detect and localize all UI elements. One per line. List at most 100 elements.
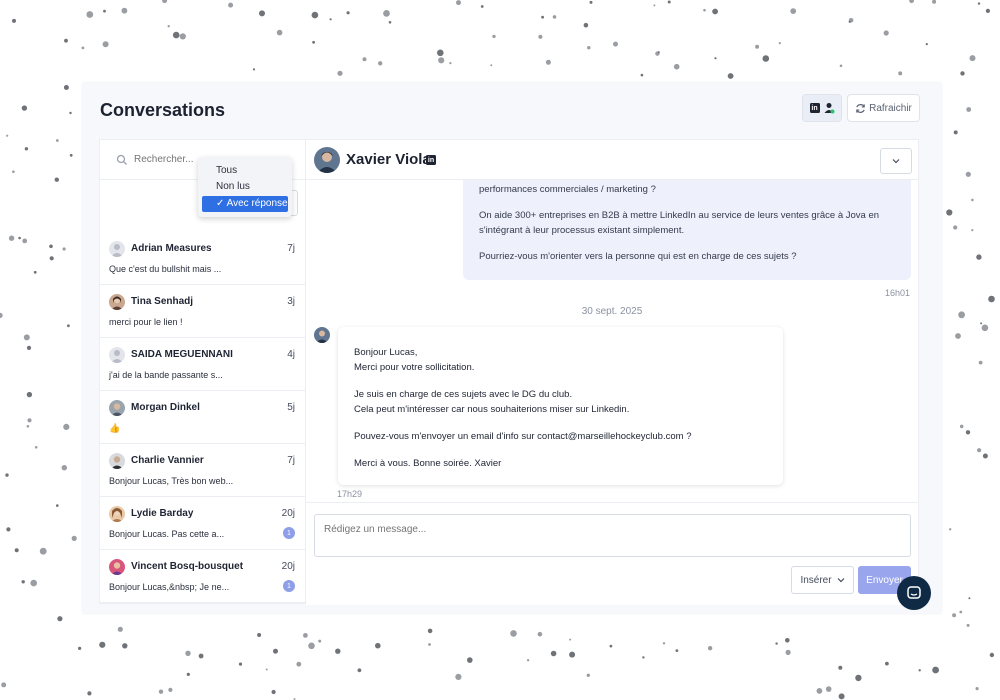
avatar — [109, 506, 125, 522]
background-dot — [337, 70, 343, 76]
background-dot — [276, 29, 283, 36]
linkedin-icon: in — [809, 103, 820, 113]
background-dot — [707, 646, 713, 651]
avatar — [109, 241, 125, 257]
conversation-item[interactable]: Tina Senhadj 3j merci pour le lien ! — [100, 285, 305, 338]
background-dot — [296, 661, 302, 667]
conversation-item[interactable]: Vincent Bosq-bousquet 20j Bonjour Lucas,… — [100, 550, 305, 603]
background-dot — [86, 11, 94, 18]
background-dot — [259, 10, 265, 17]
filter-option-all[interactable]: Tous — [198, 163, 292, 179]
background-dot — [550, 650, 557, 657]
background-dot — [21, 580, 25, 584]
filter-option-replied[interactable]: ✓ Avec réponse — [202, 196, 288, 212]
background-dot — [26, 425, 30, 428]
background-dot — [918, 669, 921, 672]
background-dot — [538, 34, 543, 39]
conversation-item[interactable]: Morgan Dinkel 5j 👍 — [100, 391, 305, 444]
background-dot — [362, 57, 367, 62]
background-dot — [613, 41, 618, 47]
background-dot — [63, 423, 70, 430]
background-dot — [0, 312, 3, 319]
background-dot — [308, 642, 315, 650]
conversations-app: Conversations in Rafraichir Rechercher..… — [82, 82, 942, 614]
background-dot — [383, 10, 390, 17]
conversation-sidebar: Tous Non lus ✓ Avec réponse Adrian Measu… — [100, 140, 306, 603]
background-dot — [375, 642, 381, 649]
linkedin-icon[interactable]: in — [426, 155, 436, 165]
background-dot — [838, 693, 845, 700]
message-paragraph: performances commerciales / marketing ? — [479, 184, 656, 195]
conversation-item[interactable]: Adrian Measures 7j Que c'est du bullshit… — [100, 232, 305, 285]
filter-option-unread[interactable]: Non lus — [198, 179, 292, 195]
conversation-list: Adrian Measures 7j Que c'est du bullshit… — [100, 232, 305, 603]
background-dot — [1, 682, 7, 688]
insert-label: Insérer — [800, 574, 832, 586]
background-dot — [168, 687, 173, 693]
background-dot — [318, 639, 322, 643]
background-dot — [785, 649, 791, 656]
background-dot — [839, 64, 843, 68]
conversation-time: 20j — [281, 508, 295, 519]
help-chat-button[interactable] — [897, 576, 931, 610]
background-dot — [12, 170, 15, 173]
background-dot — [545, 59, 551, 65]
background-dot — [26, 391, 33, 398]
contact-name[interactable]: Xavier Viola — [346, 151, 431, 168]
background-dot — [675, 649, 679, 652]
background-dot — [848, 20, 851, 23]
background-dot — [54, 177, 59, 182]
background-dot — [162, 0, 168, 4]
contact-avatar[interactable] — [314, 147, 340, 173]
background-dot — [335, 648, 341, 654]
background-dot — [727, 73, 734, 79]
search-input[interactable] — [134, 154, 204, 165]
background-dot — [932, 666, 939, 674]
chat-bubble-icon — [907, 586, 921, 599]
background-dot — [71, 535, 77, 542]
conversation-name: Vincent Bosq-bousquet — [131, 561, 244, 572]
background-dot — [56, 504, 59, 507]
background-dot — [816, 688, 823, 694]
message-input[interactable] — [314, 514, 911, 557]
background-dot — [825, 686, 832, 692]
background-dot — [228, 2, 234, 8]
background-dot — [8, 235, 15, 241]
refresh-icon — [856, 103, 865, 113]
conversation-item[interactable]: SAIDA MEGUENNANI 4j j'ai de la bande pas… — [100, 338, 305, 391]
conversation-time: 20j — [281, 561, 295, 572]
background-dot — [23, 334, 30, 341]
linkedin-profile-button[interactable]: in — [802, 94, 842, 122]
chat-options-button[interactable] — [880, 148, 912, 174]
conversation-item[interactable]: Lydie Barday 20j Bonjour Lucas. Pas cett… — [100, 497, 305, 550]
avatar — [109, 400, 125, 416]
background-dot — [785, 638, 790, 643]
background-dot — [167, 25, 170, 28]
background-dot — [67, 324, 70, 328]
refresh-button[interactable]: Rafraichir — [847, 94, 920, 122]
background-dot — [883, 30, 889, 36]
background-dot — [27, 418, 32, 423]
message-paragraph: On aide 300+ entreprises en B2B à mettre… — [479, 210, 880, 236]
insert-button[interactable]: Insérer — [791, 566, 854, 594]
outgoing-message: performances commerciales / marketing ? … — [463, 180, 911, 280]
background-dot — [121, 7, 128, 14]
conversation-item[interactable]: Charlie Vannier 7j Bonjour Lucas, Très b… — [100, 444, 305, 497]
conversation-name: SAIDA MEGUENNANI — [131, 349, 233, 360]
background-dot — [26, 345, 32, 350]
conversation-time: 3j — [287, 296, 295, 307]
chevron-down-icon — [892, 159, 900, 164]
background-dot — [273, 648, 278, 654]
background-dot — [252, 68, 256, 71]
background-dot — [583, 22, 589, 28]
background-dot — [30, 579, 37, 587]
background-dot — [966, 107, 972, 112]
background-dot — [978, 360, 983, 365]
background-dot — [81, 46, 85, 50]
background-dot — [69, 111, 72, 115]
conversation-time: 5j — [287, 402, 295, 413]
page-title: Conversations — [100, 100, 226, 120]
background-dot — [311, 11, 319, 19]
avatar — [109, 294, 125, 310]
background-dot — [989, 652, 995, 658]
